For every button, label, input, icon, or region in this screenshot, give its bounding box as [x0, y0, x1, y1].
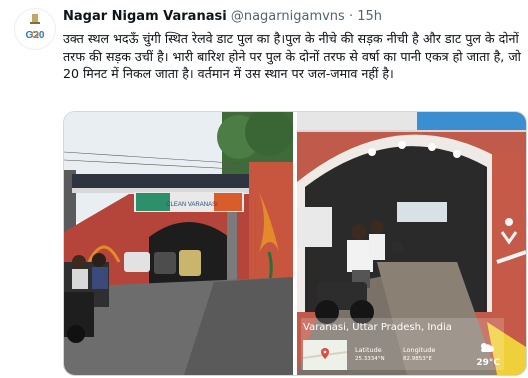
latitude-label: Latitude — [355, 346, 382, 354]
tweet-header: Nagar Nigam Varanasi @nagarnigamvns · 15… — [63, 8, 382, 26]
tweet-card[interactable]: G20 Nagar Nigam Varanasi @nagarnigamvns … — [0, 0, 528, 378]
geo-stamp-overlay: Varanasi, Uttar Pradesh, India Latitude … — [301, 318, 504, 370]
latitude-value: 25.3334°N — [355, 356, 385, 362]
longitude-value: 82.9853°E — [403, 356, 432, 362]
tweet-text: उक्त स्थल भदऊँ चुंगी स्थित रेलवे डाट पुल… — [63, 31, 521, 81]
media-grid[interactable]: CLEAN VARANASI Varanasi, Uttar Pradesh, … — [63, 111, 527, 376]
longitude-label: Longitude — [403, 346, 436, 354]
tweet-timestamp[interactable]: 15h — [357, 9, 382, 24]
geo-location-text: Varanasi, Uttar Pradesh, India — [303, 322, 452, 333]
weather-icon — [481, 343, 494, 352]
avatar[interactable]: G20 — [14, 8, 56, 50]
g20-emblem-icon: G20 — [16, 10, 54, 48]
separator-dot: · — [348, 9, 354, 24]
bridge-sign-text: CLEAN VARANASI — [166, 202, 218, 208]
user-handle[interactable]: @nagarnigamvns — [231, 9, 345, 24]
photo-right[interactable]: Varanasi, Uttar Pradesh, India Latitude … — [297, 112, 526, 375]
geo-map-thumbnail — [303, 340, 347, 370]
photo-left[interactable]: CLEAN VARANASI — [64, 112, 293, 375]
display-name[interactable]: Nagar Nigam Varanasi — [63, 9, 227, 24]
temperature-value: 29°C — [476, 358, 500, 368]
map-pin-icon — [303, 340, 347, 370]
railway-bridge-photo: CLEAN VARANASI — [64, 112, 293, 375]
